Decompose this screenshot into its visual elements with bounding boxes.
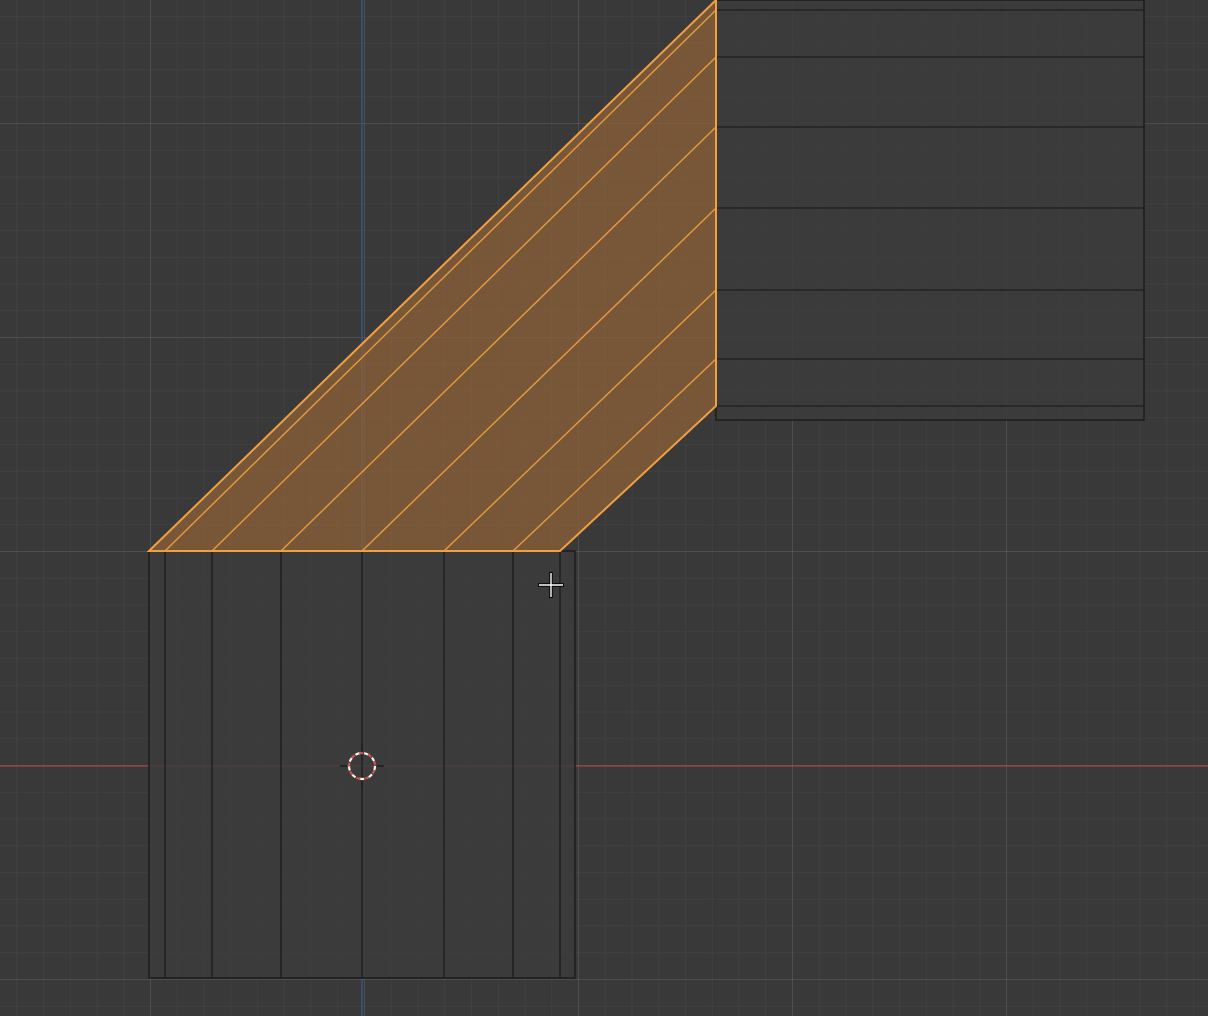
right-block-face[interactable]	[715, 0, 1145, 421]
3d-viewport[interactable]	[0, 0, 1208, 1016]
mesh-right-block[interactable]	[715, 0, 1145, 421]
selected-corner-faces[interactable]	[146, 0, 717, 552]
viewport-scene[interactable]	[0, 0, 1208, 1016]
mesh-bottom-block[interactable]	[148, 550, 576, 979]
